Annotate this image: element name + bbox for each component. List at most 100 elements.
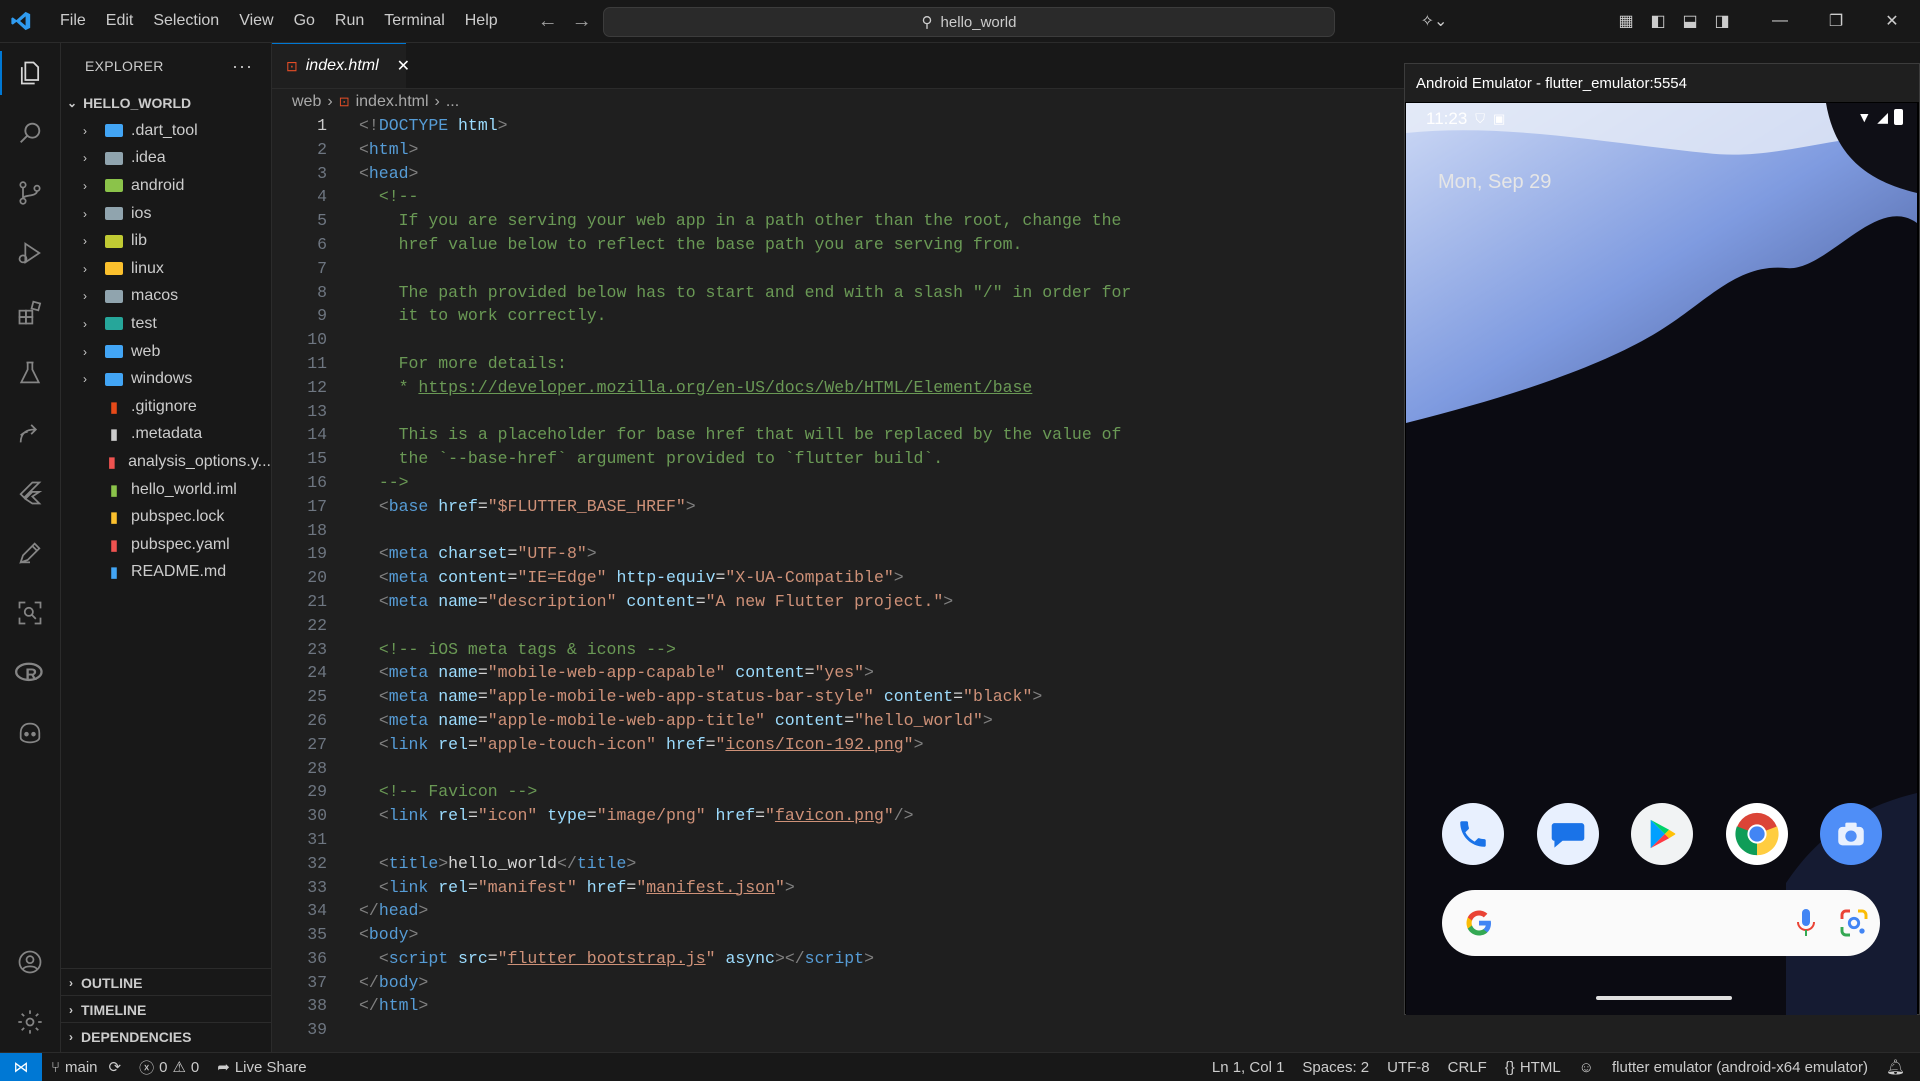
dependencies-section[interactable]: › DEPENDENCIES [61,1022,271,1050]
menu-item-file[interactable]: File [50,0,96,42]
tab-index-html[interactable]: ⊡ index.html ✕ [272,43,410,88]
microphone-icon[interactable] [1794,907,1818,939]
live-share-status[interactable]: ➦ Live Share [208,1058,315,1077]
code-token[interactable]: icons/Icon-192.png [725,735,903,754]
code-content: </body> [359,971,428,995]
flutter-icon[interactable] [0,463,60,523]
timeline-section[interactable]: › TIMELINE [61,995,271,1023]
back-arrow-icon[interactable]: ← [538,10,558,33]
breadcrumb-file[interactable]: index.html [356,93,429,111]
gesture-navigation-bar[interactable] [1596,996,1732,1000]
close-icon[interactable]: ✕ [397,56,410,76]
code-token[interactable]: https://developer.mozilla.org/en-US/docs… [418,378,1032,397]
copilot-icon[interactable]: ✧⌄ [1418,0,1450,42]
copilot-chat-icon[interactable] [0,703,60,763]
remote-indicator-icon[interactable]: ⋈ [0,1053,42,1081]
code-token: < [378,568,389,588]
messages-app-icon[interactable] [1536,803,1599,865]
play-store-app-icon[interactable] [1631,803,1693,865]
line-number: 39 [307,1020,327,1040]
breadcrumb-folder[interactable]: web [292,93,321,111]
language-mode[interactable]: {} HTML [1496,1059,1570,1076]
problems-indicator[interactable]: ⓧ 0 ⚠ 0 [130,1057,208,1078]
more-actions-icon[interactable]: ··· [232,56,253,77]
search-icon[interactable] [0,103,60,163]
svg-text:R: R [25,666,37,684]
folder-item[interactable]: › windows [61,365,271,393]
flutter-device[interactable]: flutter emulator (android-x64 emulator) [1603,1059,1877,1076]
folder-item[interactable]: › .idea [61,145,271,173]
chrome-app-icon[interactable] [1725,803,1788,865]
code-token[interactable]: manifest.json [646,878,775,897]
menu-item-view[interactable]: View [229,0,283,42]
code-token: "black" [963,687,1033,707]
live-share-icon[interactable] [0,403,60,463]
toggle-sidebar-icon[interactable]: ◧ [1642,0,1674,42]
google-lens-icon[interactable] [1838,907,1870,939]
file-item[interactable]: ▮ README.md [61,559,271,587]
account-icon[interactable] [0,932,60,992]
menu-item-run[interactable]: Run [325,0,374,42]
folder-item[interactable]: › .dart_tool [61,117,271,145]
line-number: 35 [307,925,327,945]
close-window-button[interactable]: ✕ [1864,0,1920,42]
outline-section[interactable]: › OUTLINE [61,968,271,996]
folder-item[interactable]: › macos [61,283,271,311]
code-token[interactable]: flutter_bootstrap.js [508,949,706,968]
settings-gear-icon[interactable] [0,992,60,1052]
explorer-icon[interactable] [0,43,60,103]
forward-arrow-icon[interactable]: → [572,10,592,33]
extensions-icon[interactable] [0,283,60,343]
folder-item[interactable]: › test [61,310,271,338]
customize-layout-icon[interactable]: ▦ [1610,0,1642,42]
end-of-line[interactable]: CRLF [1439,1059,1496,1076]
folder-item[interactable]: › android [61,172,271,200]
testing-icon[interactable] [0,343,60,403]
toggle-secondary-sidebar-icon[interactable]: ◨ [1706,0,1738,42]
code-editor[interactable]: 1 <!DOCTYPE html> 2 <html> 3 <head> 4 <!-- 5 If… [272,114,1402,1042]
remote-explorer-icon[interactable] [0,583,60,643]
camera-app-icon[interactable] [1820,803,1882,865]
minimize-button[interactable]: — [1752,0,1808,42]
menu-item-help[interactable]: Help [455,0,508,42]
folder-item[interactable]: › web [61,338,271,366]
notifications-bell-icon[interactable]: 🔔︎ [1877,1058,1914,1076]
code-token: body [368,925,409,945]
emulator-screen[interactable]: 11:23 ⛉ ▣ ▼ ◢ Mon, Sep 29 [1406,103,1917,1015]
menu-item-selection[interactable]: Selection [143,0,229,42]
sync-icon: ⟳ [108,1059,122,1076]
tree-item-label: pubspec.yaml [131,535,230,553]
file-item[interactable]: ▮ hello_world.iml [61,476,271,504]
folder-item[interactable]: › lib [61,227,271,255]
menu-item-edit[interactable]: Edit [96,0,144,42]
code-token[interactable]: favicon.png [775,806,884,825]
copilot-status-icon[interactable]: ☺ [1570,1059,1603,1076]
encoding[interactable]: UTF-8 [1378,1059,1439,1076]
r-language-icon[interactable]: R [0,643,60,703]
restore-button[interactable]: ❐ [1808,0,1864,42]
toggle-panel-icon[interactable]: ⬓ [1674,0,1706,42]
command-center-search[interactable]: ⚲ hello_world [603,7,1335,37]
breadcrumb-symbol[interactable]: ... [446,93,459,111]
workspace-root[interactable]: ⌄ HELLO_WORLD [61,89,271,117]
file-item[interactable]: ▮ .gitignore [61,393,271,421]
folder-item[interactable]: › linux [61,255,271,283]
indentation[interactable]: Spaces: 2 [1293,1059,1378,1076]
file-item[interactable]: ▮ analysis_options.y... [61,448,271,476]
menu-item-go[interactable]: Go [284,0,325,42]
code-token: meta [388,568,429,588]
file-item[interactable]: ▮ pubspec.lock [61,503,271,531]
cursor-position[interactable]: Ln 1, Col 1 [1203,1059,1294,1076]
file-item[interactable]: ▮ .metadata [61,421,271,449]
folder-item[interactable]: › ios [61,200,271,228]
run-debug-icon[interactable] [0,223,60,283]
edit-pen-icon[interactable] [0,523,60,583]
git-branch[interactable]: ⑂ main ⟳ [42,1058,130,1077]
google-search-widget[interactable] [1442,890,1880,956]
source-control-icon[interactable] [0,163,60,223]
file-item[interactable]: ▮ pubspec.yaml [61,531,271,559]
phone-app-icon[interactable] [1442,803,1504,865]
menu-item-terminal[interactable]: Terminal [374,0,454,42]
